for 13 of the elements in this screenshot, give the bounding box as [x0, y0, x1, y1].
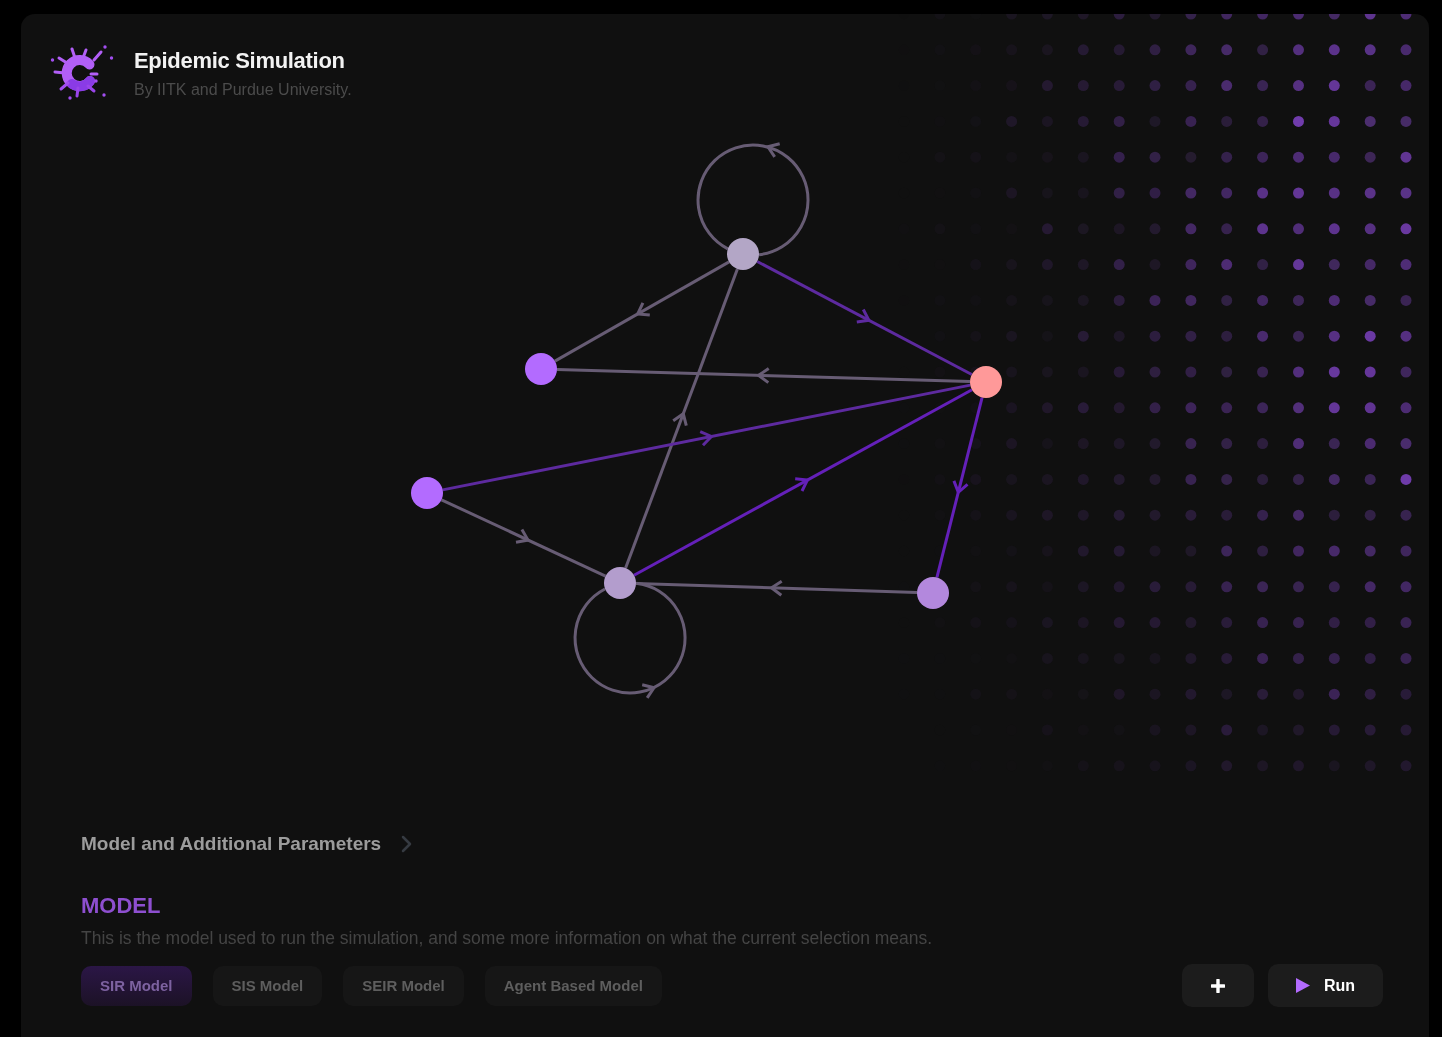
model-tab[interactable]: SEIR Model — [343, 966, 464, 1006]
add-button[interactable] — [1182, 964, 1254, 1007]
model-tab[interactable]: SIR Model — [81, 966, 192, 1006]
model-tab[interactable]: Agent Based Model — [484, 966, 662, 1006]
run-button[interactable]: Run — [1268, 964, 1383, 1007]
play-icon — [1295, 978, 1310, 993]
plus-icon — [1211, 978, 1225, 993]
section-heading: Model and Additional Parameters — [81, 832, 382, 856]
logo-icon — [50, 43, 116, 101]
model-title: MODEL — [81, 893, 161, 918]
app-title: Epidemic Simulation — [134, 47, 345, 75]
model-tab[interactable]: SIS Model — [212, 966, 323, 1006]
app-subtitle: By IITK and Purdue University. — [134, 80, 352, 100]
